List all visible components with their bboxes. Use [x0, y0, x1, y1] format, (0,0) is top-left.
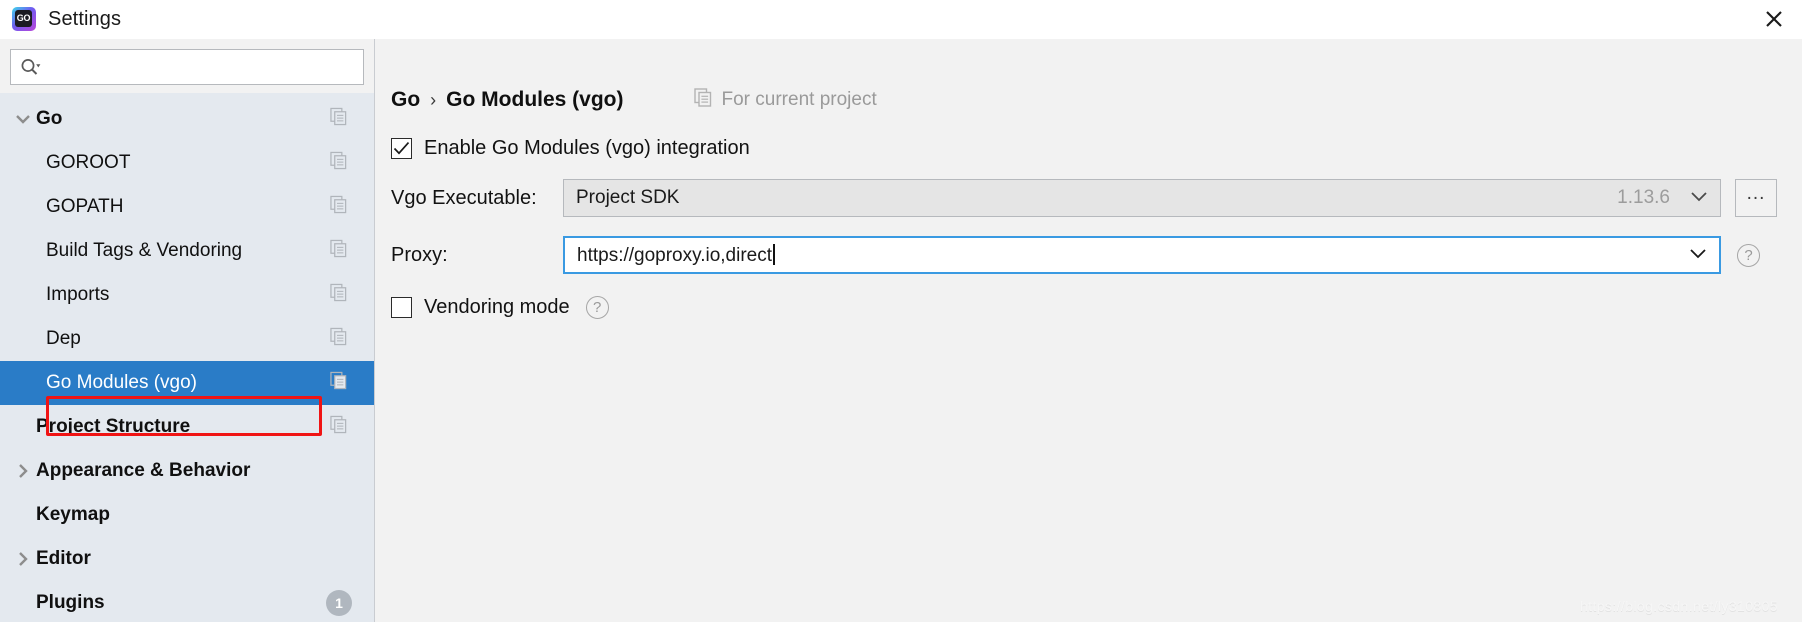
vendoring-mode-row: Vendoring mode ?	[391, 296, 1802, 319]
chevron-right-icon[interactable]	[10, 550, 36, 568]
sidebar-item-build-tags-vendoring[interactable]: Build Tags & Vendoring	[0, 229, 374, 273]
enable-integration-label: Enable Go Modules (vgo) integration	[424, 137, 750, 159]
vendoring-mode-checkbox[interactable]	[391, 297, 412, 318]
breadcrumb-separator: ›	[430, 89, 437, 110]
settings-window: GO Settings Go GOROOT GOPATH Build Tags …	[0, 0, 1802, 622]
copy-icon	[693, 88, 713, 112]
sidebar-item-label: Keymap	[36, 504, 110, 525]
sidebar-item-label: Plugins	[36, 592, 105, 613]
vgo-executable-combobox[interactable]: Project SDK 1.13.6	[563, 179, 1721, 217]
sidebar-item-imports[interactable]: Imports	[0, 273, 374, 317]
chevron-down-icon[interactable]	[10, 112, 36, 126]
vgo-executable-row: Vgo Executable: Project SDK 1.13.6 ...	[391, 179, 1802, 217]
sidebar-item-badge: 1	[326, 590, 352, 616]
sidebar-item-go[interactable]: Go	[0, 97, 374, 141]
scope-note-label: For current project	[721, 89, 877, 110]
search-input[interactable]	[41, 51, 363, 83]
sidebar-item-label: Go	[36, 108, 63, 129]
sidebar-item-go-modules-vgo[interactable]: Go Modules (vgo)	[0, 361, 374, 405]
scope-note: For current project	[693, 88, 877, 112]
vgo-executable-label: Vgo Executable:	[391, 186, 537, 209]
sidebar-item-label: Build Tags & Vendoring	[46, 240, 243, 261]
chevron-right-icon[interactable]	[10, 462, 36, 480]
sidebar-item-editor[interactable]: Editor	[0, 537, 374, 581]
breadcrumb: Go › Go Modules (vgo) For current projec…	[391, 85, 1802, 115]
sidebar-item-dep[interactable]: Dep	[0, 317, 374, 361]
copy-icon[interactable]	[330, 195, 348, 219]
sidebar-item-label: Go Modules (vgo)	[46, 372, 198, 393]
text-cursor	[773, 243, 775, 265]
settings-tree: Go GOROOT GOPATH Build Tags & Vendoring Impo…	[0, 93, 374, 622]
copy-icon[interactable]	[330, 151, 348, 175]
search-box[interactable]	[10, 49, 364, 85]
sidebar-item-gopath[interactable]: GOPATH	[0, 185, 374, 229]
vendoring-mode-help-icon[interactable]: ?	[585, 296, 609, 319]
proxy-label: Proxy:	[391, 243, 448, 266]
proxy-input[interactable]: https://goproxy.io,direct	[577, 243, 1687, 267]
vgo-executable-value: Project SDK	[576, 187, 680, 208]
proxy-row: Proxy: https://goproxy.io,direct ?	[391, 236, 1802, 274]
vgo-executable-browse-button[interactable]: ...	[1735, 179, 1777, 217]
sidebar-item-label: Dep	[46, 328, 81, 349]
sidebar-item-label: GOROOT	[46, 152, 131, 173]
breadcrumb-root[interactable]: Go	[391, 88, 420, 112]
check-icon	[393, 142, 410, 155]
vgo-executable-version: 1.13.6	[1617, 187, 1670, 208]
sidebar-item-project-structure[interactable]: Project Structure	[0, 405, 374, 449]
sidebar-item-label: GOPATH	[46, 196, 124, 217]
window-title: Settings	[48, 7, 122, 30]
sidebar-item-appearance-behavior[interactable]: Appearance & Behavior	[0, 449, 374, 493]
proxy-help-icon[interactable]: ?	[1737, 243, 1760, 267]
enable-integration-checkbox[interactable]	[391, 138, 412, 159]
chevron-down-icon[interactable]	[1688, 189, 1710, 208]
title-bar: GO Settings	[0, 0, 1802, 39]
sidebar-item-label: Appearance & Behavior	[36, 460, 251, 481]
sidebar-item-keymap[interactable]: Keymap	[0, 493, 374, 537]
sidebar-item-label: Editor	[36, 548, 91, 569]
sidebar-item-label: Imports	[46, 284, 110, 305]
copy-icon[interactable]	[330, 107, 348, 131]
proxy-value: https://goproxy.io,direct	[577, 244, 773, 266]
proxy-combobox[interactable]: https://goproxy.io,direct	[563, 236, 1721, 274]
copy-icon[interactable]	[330, 327, 348, 351]
close-button[interactable]	[1746, 0, 1802, 38]
chevron-down-icon[interactable]	[1687, 246, 1709, 265]
copy-icon[interactable]	[330, 371, 348, 395]
goland-icon-label: GO	[15, 10, 32, 27]
search-icon	[19, 57, 41, 77]
search-area	[0, 39, 374, 93]
sidebar-item-plugins[interactable]: Plugins 1	[0, 581, 374, 622]
copy-icon[interactable]	[330, 283, 348, 307]
enable-integration-row: Enable Go Modules (vgo) integration	[391, 137, 1802, 160]
settings-sidebar: Go GOROOT GOPATH Build Tags & Vendoring Impo…	[0, 39, 375, 622]
copy-icon[interactable]	[330, 239, 348, 263]
close-icon	[1766, 11, 1782, 27]
settings-detail-panel: Go › Go Modules (vgo) For current projec…	[375, 39, 1802, 622]
copy-icon[interactable]	[330, 415, 348, 439]
window-body: Go GOROOT GOPATH Build Tags & Vendoring Impo…	[0, 39, 1802, 622]
goland-icon: GO	[12, 7, 36, 31]
sidebar-item-goroot[interactable]: GOROOT	[0, 141, 374, 185]
breadcrumb-leaf: Go Modules (vgo)	[446, 88, 624, 111]
vendoring-mode-label: Vendoring mode	[424, 296, 570, 318]
sidebar-item-label: Project Structure	[36, 416, 191, 437]
watermark: https://blog.csdn.net/ly310805	[1579, 598, 1778, 614]
